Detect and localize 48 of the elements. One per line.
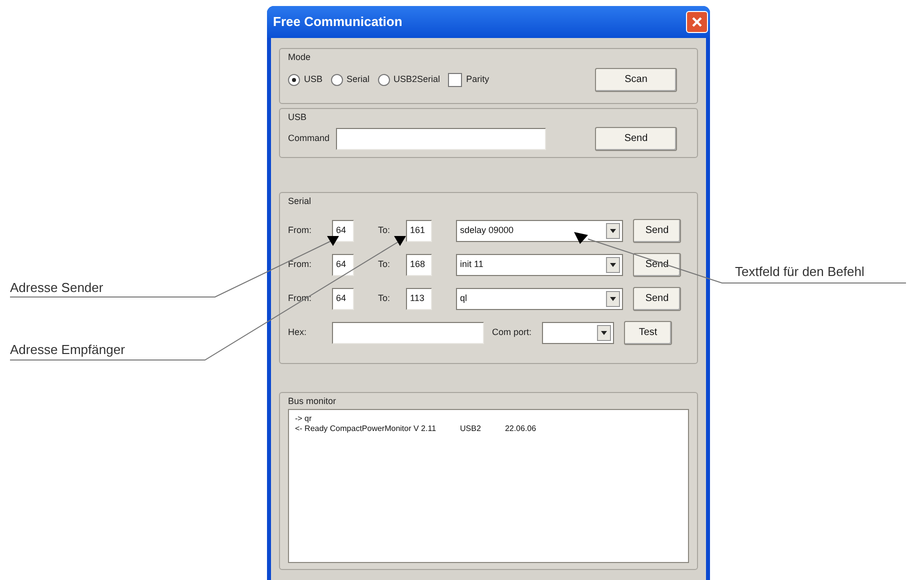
log-text: -> qr [295,414,312,424]
radio-button[interactable] [378,74,390,86]
scan-button[interactable]: Scan [595,68,677,92]
hex-field[interactable] [332,322,484,344]
checkbox[interactable] [448,72,462,86]
annotation-label: Adresse Sender [10,279,104,297]
annotation-label: Adresse Empfänger [10,341,125,359]
radio-label: Serial [346,72,370,86]
to-label: To: [378,224,392,237]
hex-label: Hex: [288,326,308,339]
close-icon [691,16,703,28]
to-label: To: [378,292,392,305]
group-label: Serial [288,195,312,208]
send-button[interactable]: Send [595,126,677,150]
checkbox-label: Parity [466,72,490,86]
sender-address-field[interactable]: 64 [332,220,354,242]
window-title: Free Communication [273,13,402,32]
command-dropdown[interactable]: ql [456,288,623,310]
from-label: From: [288,224,312,237]
close-button[interactable] [686,11,708,33]
command-dropdown[interactable]: init 11 [456,254,623,276]
from-label: From: [288,292,312,305]
group-label: USB [288,111,307,124]
command-field[interactable] [336,128,546,150]
log-text: USB2 [460,424,481,434]
command-dropdown[interactable]: sdelay 09000 [456,220,623,242]
receiver-address-field[interactable]: 168 [406,254,432,276]
annotation-label: Textfeld für den Befehl [735,263,864,281]
receiver-address-field[interactable]: 161 [406,220,432,242]
radio-label: USB [304,72,323,86]
send-button[interactable]: Test [624,320,672,344]
command-label: Command [288,132,330,145]
radio-button[interactable] [288,74,300,86]
send-button[interactable]: Send [633,252,681,276]
log-text: 22.06.06 [504,424,536,434]
sender-address-field[interactable]: 64 [332,254,354,276]
radio-label: USB2Serial [394,72,440,86]
group-label: Bus monitor [288,395,336,408]
log-text: <- Ready CompactPowerMonitor V 2.11 [295,424,436,434]
sender-address-field[interactable]: 64 [332,288,354,310]
to-label: To: [378,258,392,271]
from-label: From: [288,258,312,271]
send-button[interactable]: Send [633,286,681,310]
com-port-label: Com port: [492,326,533,339]
radio-button[interactable] [330,74,343,86]
group-label: Mode [288,51,311,64]
receiver-address-field[interactable]: 113 [406,288,432,310]
send-button[interactable]: Send [633,218,681,242]
